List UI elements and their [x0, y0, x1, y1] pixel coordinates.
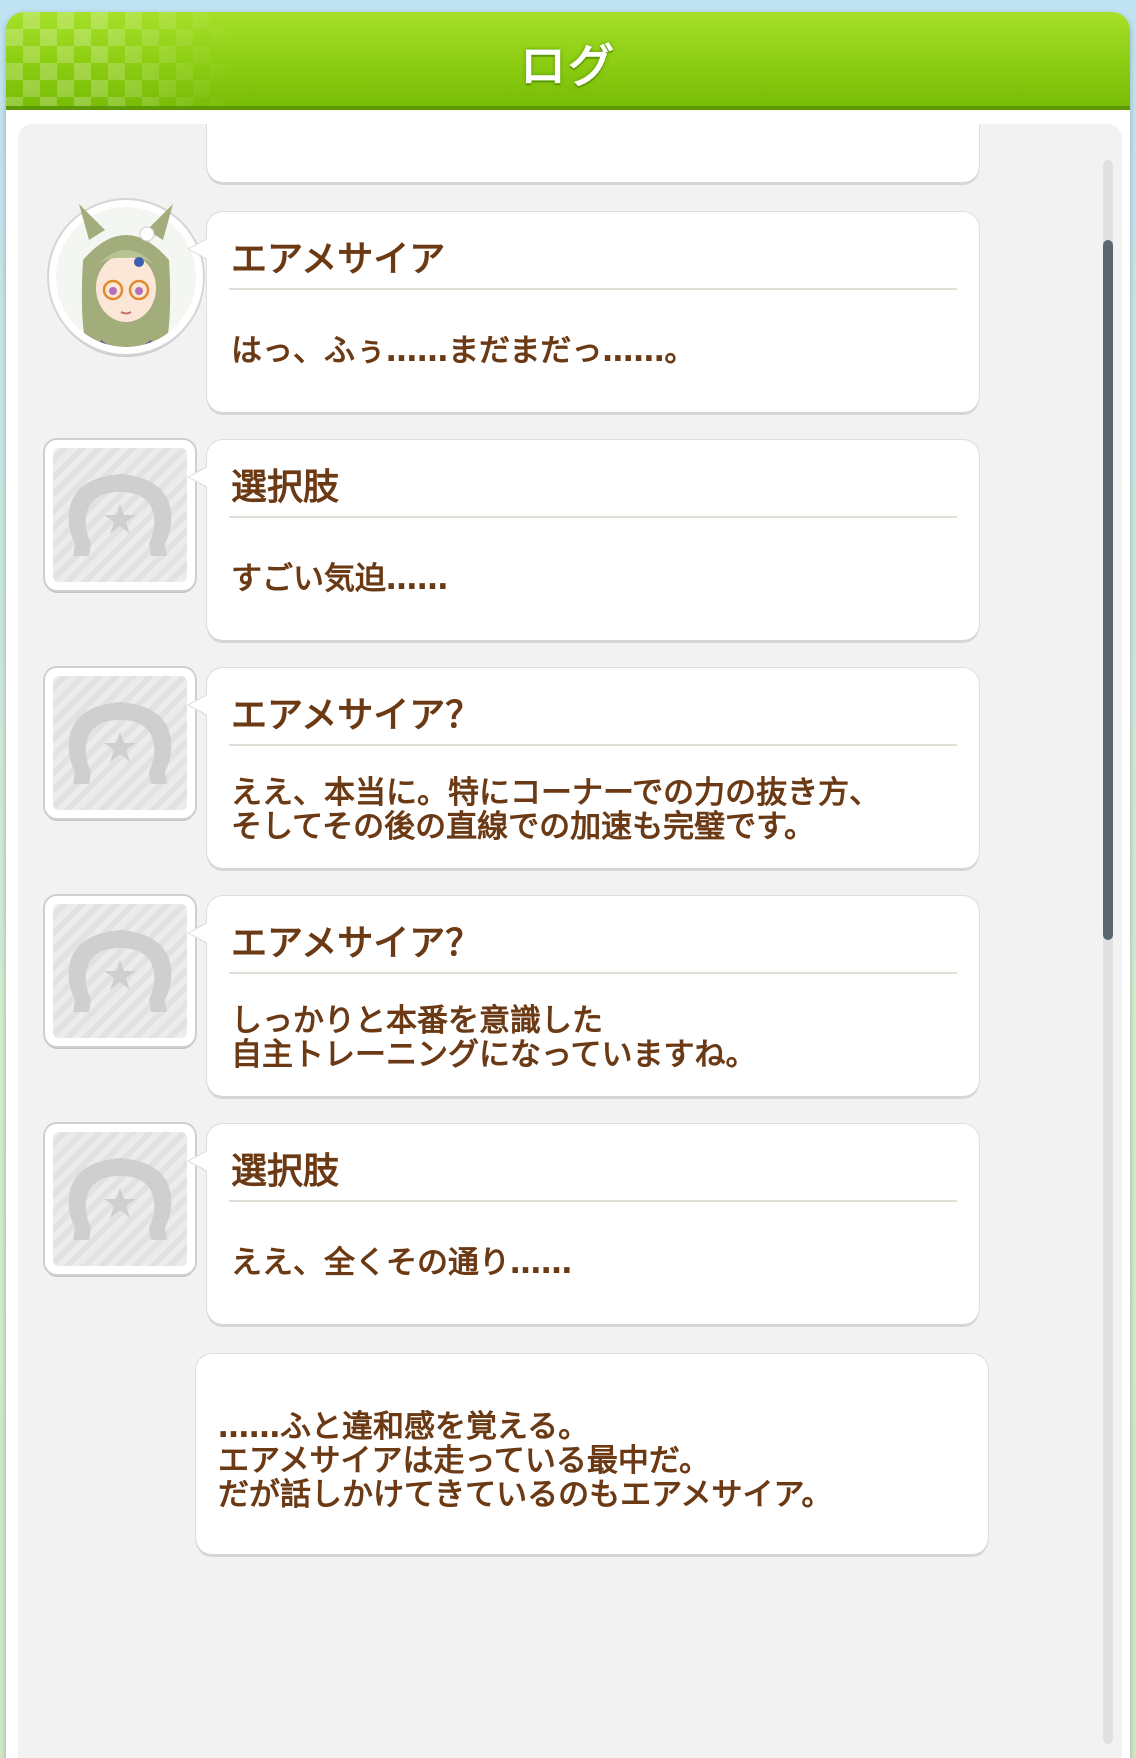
divider [229, 516, 957, 518]
speaker-name: エアメサイア？ [231, 695, 482, 736]
placeholder-avatar[interactable] [45, 440, 195, 590]
narration-text: ……ふと違和感を覚える。 エアメサイアは走っている最中だ。 だが話しかけてきてい… [218, 1409, 833, 1513]
horseshoe-placeholder-icon [68, 702, 172, 784]
divider [229, 288, 957, 290]
character-portrait-icon [54, 204, 198, 349]
log-entry-partial [207, 124, 979, 182]
placeholder-avatar[interactable] [45, 896, 195, 1046]
log-header: ログ [6, 12, 1130, 110]
divider [229, 744, 957, 746]
horseshoe-placeholder-icon [68, 1158, 172, 1240]
log-entry: エアメサイア？ ええ、本当に。特にコーナーでの力の抜き方、 そしてその後の直線で… [187, 668, 979, 868]
horseshoe-placeholder-icon [68, 474, 172, 556]
horseshoe-placeholder-icon [68, 930, 172, 1012]
log-entry: 選択肢 ええ、全くその通り…… [187, 1124, 979, 1324]
log-list[interactable]: エアメサイア はっ、ふぅ……まだまだっ……。 選択肢 すごい気迫…… エアメサイ… [18, 124, 1122, 1758]
character-avatar[interactable] [49, 200, 203, 354]
message-text: すごい気迫…… [231, 561, 448, 597]
speaker-name: 選択肢 [231, 467, 340, 508]
narration-entry: ……ふと違和感を覚える。 エアメサイアは走っている最中だ。 だが話しかけてきてい… [196, 1354, 988, 1554]
message-text: はっ、ふぅ……まだまだっ……。 [231, 333, 696, 369]
divider [229, 972, 957, 974]
message-text: ええ、全くその通り…… [231, 1245, 572, 1281]
divider [229, 1200, 957, 1202]
page-title: ログ [520, 39, 616, 93]
message-text: しっかりと本番を意識した 自主トレーニングになっていますね。 [231, 1003, 757, 1073]
speaker-name: エアメサイア [231, 239, 446, 280]
message-text: ええ、本当に。特にコーナーでの力の抜き方、 そしてその後の直線での加速も完璧です… [231, 775, 881, 845]
log-window: ログ エアメサイア はっ、ふぅ……まだまだっ……。 選択肢 すごい気迫…… エア… [6, 12, 1130, 1758]
placeholder-avatar[interactable] [45, 1124, 195, 1274]
placeholder-avatar[interactable] [45, 668, 195, 818]
speaker-name: 選択肢 [231, 1151, 340, 1192]
log-entry: 選択肢 すごい気迫…… [187, 440, 979, 640]
scrollbar[interactable] [1103, 160, 1113, 1744]
log-entry: エアメサイア？ しっかりと本番を意識した 自主トレーニングになっていますね。 [187, 896, 979, 1096]
log-entry: エアメサイア はっ、ふぅ……まだまだっ……。 [187, 212, 979, 412]
speaker-name: エアメサイア？ [231, 923, 482, 964]
scrollbar-thumb[interactable] [1103, 240, 1113, 940]
